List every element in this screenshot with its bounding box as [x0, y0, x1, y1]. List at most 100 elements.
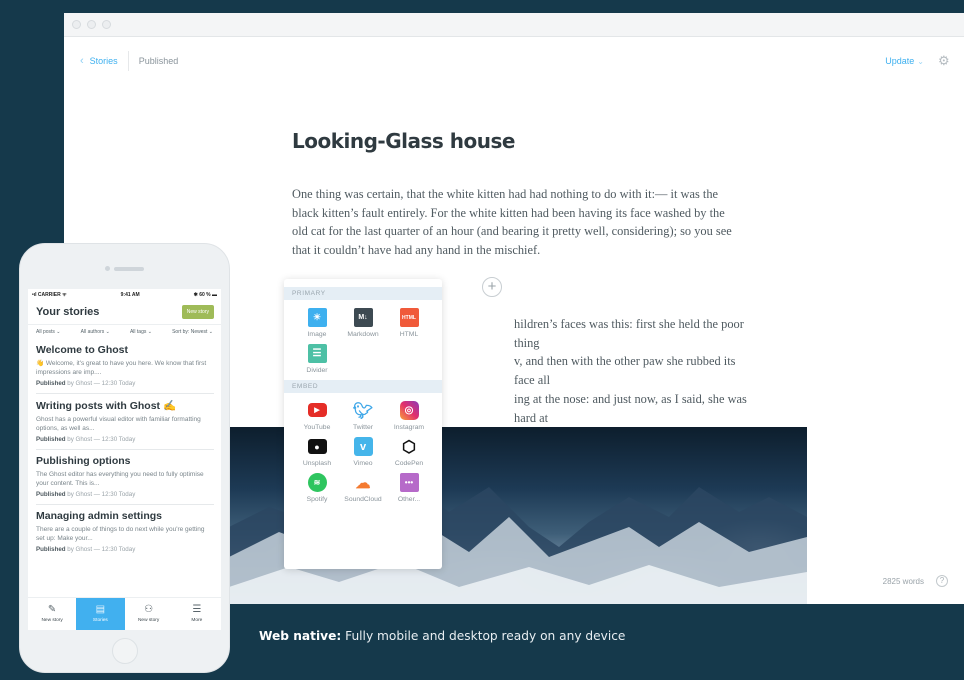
story-byline: by Ghost — 12:30 Today	[65, 546, 136, 553]
card-soundcloud[interactable]: ☁ SoundCloud	[340, 473, 386, 504]
card-vimeo[interactable]: v Vimeo	[340, 437, 386, 467]
card-youtube[interactable]: ▶ YouTube	[294, 401, 340, 431]
card-label: Image	[307, 331, 327, 338]
story-meta: Published by Ghost — 12:30 Today	[36, 436, 214, 443]
phone-status-bar: •ıl CARRIER ᯤ 9:41 AM ✱ 60 % ▬	[28, 289, 221, 299]
card-markdown[interactable]: M↓ Markdown	[340, 308, 386, 338]
card-label: Divider	[306, 367, 328, 374]
post-title[interactable]: Looking-Glass house	[292, 129, 515, 153]
card-label: Unsplash	[302, 460, 332, 467]
story-excerpt: The Ghost editor has everything you need…	[36, 471, 204, 487]
back-to-stories-link[interactable]: ‹ Stories	[80, 51, 129, 71]
card-label: Other...	[397, 496, 421, 503]
tab-stories[interactable]: ▤ Stories	[76, 598, 125, 630]
paragraph-2-line: v, and then with the other paw she rubbe…	[514, 354, 736, 388]
window-maximize-button[interactable]	[102, 20, 111, 29]
card-instagram[interactable]: ◎ Instagram	[386, 401, 432, 431]
chevron-down-icon: ⌄	[917, 56, 924, 66]
caption-text: Fully mobile and desktop ready on any de…	[341, 629, 626, 643]
filter-authors[interactable]: All authors ⌄	[81, 329, 110, 335]
story-title: Publishing options	[36, 455, 131, 467]
add-card-plus-button[interactable]: +	[482, 277, 502, 297]
card-label: Markdown	[347, 331, 379, 338]
filter-tags[interactable]: All tags ⌄	[130, 329, 152, 335]
divider-icon: ☰	[307, 344, 327, 363]
story-item[interactable]: Welcome to Ghost 👋 Welcome, it's great t…	[36, 339, 214, 394]
tab-label: Stories	[92, 618, 108, 623]
settings-gear-icon[interactable]: ⚙	[938, 54, 950, 67]
markdown-icon: M↓	[353, 308, 373, 327]
vimeo-icon: v	[353, 437, 373, 456]
stories-header: Your stories New story	[28, 299, 221, 325]
card-twitter[interactable]: 🐦︎ Twitter	[340, 401, 386, 432]
back-label: Stories	[89, 56, 118, 66]
new-story-button[interactable]: New story	[181, 305, 214, 319]
phone-tab-bar: ✎ New story ▤ Stories ⚇ New story ☰ More	[28, 597, 221, 630]
window-minimize-button[interactable]	[87, 20, 96, 29]
story-title: Welcome to Ghost	[36, 344, 128, 356]
help-icon[interactable]: ?	[936, 575, 948, 587]
tab-team[interactable]: ⚇ New story	[125, 598, 173, 630]
story-byline: by Ghost — 12:30 Today	[65, 436, 136, 443]
youtube-icon: ▶	[307, 403, 327, 417]
paragraph-2-line: hildren’s faces was this: first she held…	[514, 317, 744, 350]
story-title: Writing posts with Ghost ✍️	[36, 400, 177, 412]
instagram-icon: ◎	[399, 401, 419, 420]
filter-posts[interactable]: All posts ⌄	[36, 329, 60, 335]
story-status: Published	[36, 491, 66, 498]
sort-select[interactable]: Sort by: Newest ⌄	[172, 329, 213, 335]
sliders-icon: ☰	[192, 604, 202, 615]
card-html[interactable]: HTML HTML	[386, 308, 432, 338]
phone-camera	[105, 266, 110, 271]
story-excerpt: Ghost has a powerful visual editor with …	[36, 416, 201, 432]
card-label: HTML	[399, 331, 419, 338]
card-codepen[interactable]: ⬡ CodePen	[386, 437, 432, 468]
story-item[interactable]: Publishing options The Ghost editor has …	[36, 450, 214, 505]
card-image[interactable]: ☀ Image	[294, 308, 340, 338]
card-label: YouTube	[303, 424, 331, 431]
phone-mockup: •ıl CARRIER ᯤ 9:41 AM ✱ 60 % ▬ Your stor…	[19, 243, 230, 673]
embed-cards-grid: ▶ YouTube 🐦︎ Twitter ◎ Instagram ● Unspl…	[284, 393, 442, 503]
card-unsplash[interactable]: ● Unsplash	[294, 437, 340, 467]
update-label: Update	[885, 56, 915, 66]
card-menu: PRIMARY ☀ Image M↓ Markdown HTML HTML ☰ …	[284, 279, 442, 569]
tab-label: New story	[41, 618, 63, 623]
card-label: Spotify	[306, 496, 328, 503]
story-item[interactable]: Writing posts with Ghost ✍️ Ghost has a …	[36, 394, 214, 450]
more-icon: •••	[399, 473, 419, 492]
spotify-icon: ≋	[307, 473, 327, 492]
tab-label: More	[191, 618, 203, 623]
story-status: Published	[36, 436, 66, 443]
card-other[interactable]: ••• Other...	[386, 473, 432, 503]
story-byline: by Ghost — 12:30 Today	[65, 380, 136, 387]
paragraph-1[interactable]: One thing was certain, that the white ki…	[292, 185, 742, 260]
tab-more[interactable]: ☰ More	[173, 598, 221, 630]
phone-home-button	[112, 638, 138, 664]
phone-speaker	[114, 267, 144, 271]
story-byline: by Ghost — 12:30 Today	[65, 491, 136, 498]
card-label: SoundCloud	[344, 496, 382, 503]
post-status: Published	[138, 56, 179, 66]
battery-status: ✱ 60 % ▬	[193, 292, 217, 298]
tab-new-story[interactable]: ✎ New story	[28, 598, 76, 630]
camera-icon: ●	[307, 439, 327, 454]
card-label: Twitter	[352, 424, 373, 431]
story-meta: Published by Ghost — 12:30 Today	[36, 546, 214, 553]
image-icon: ☀	[307, 308, 327, 327]
story-item[interactable]: Managing admin settings There are a coup…	[36, 505, 214, 559]
card-label: CodePen	[394, 460, 424, 467]
pen-icon: ✎	[47, 604, 57, 615]
story-status: Published	[36, 380, 66, 387]
card-label: Vimeo	[353, 460, 373, 467]
document-icon: ▤	[95, 604, 106, 615]
html-icon: HTML	[399, 308, 419, 327]
card-spotify[interactable]: ≋ Spotify	[294, 473, 340, 503]
card-divider[interactable]: ☰ Divider	[294, 344, 340, 374]
update-button[interactable]: Update ⌄	[885, 56, 924, 66]
story-excerpt: 👋 Welcome, it's great to have you here. …	[36, 360, 207, 376]
menu-section-embed: EMBED	[284, 380, 442, 393]
editor-topbar: ‹ Stories Published Update ⌄ ⚙	[64, 37, 964, 85]
paragraph-2-line: ing at the nose: and just now, as I said…	[514, 391, 747, 425]
window-close-button[interactable]	[72, 20, 81, 29]
chevron-left-icon: ‹	[80, 55, 84, 67]
